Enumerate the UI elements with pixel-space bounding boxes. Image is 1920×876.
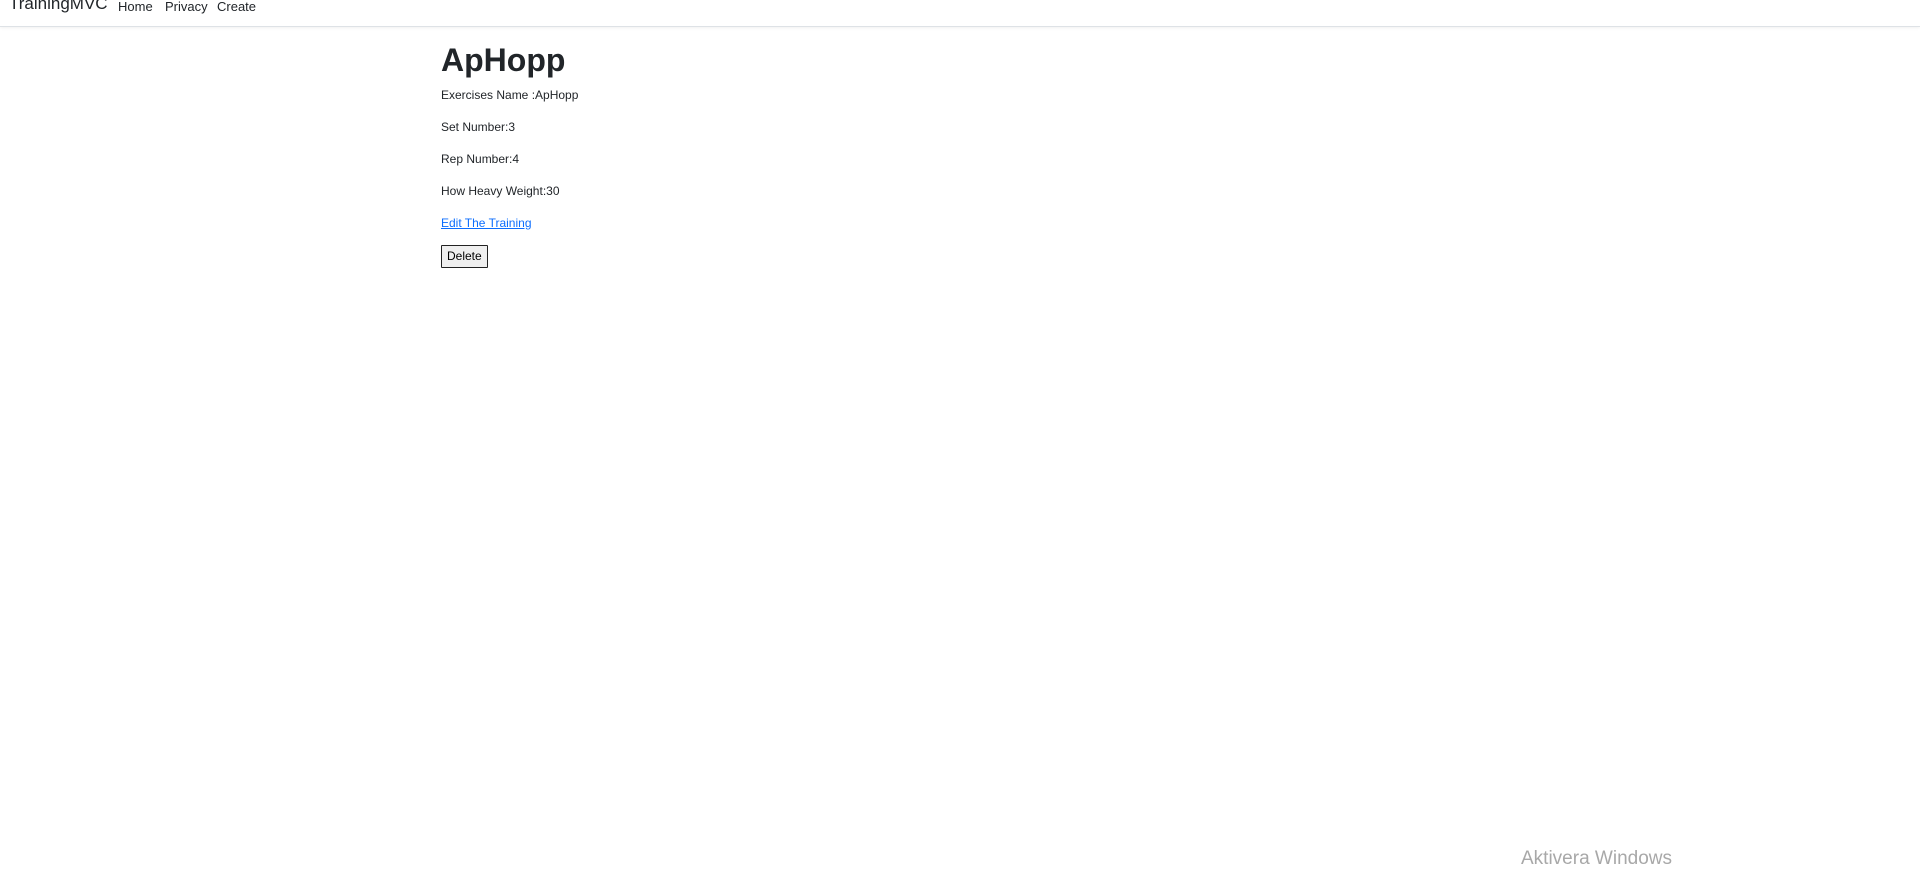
rep-number-field: Rep Number:4 xyxy=(441,152,520,166)
main-content: ApHopp xyxy=(441,40,565,80)
top-navbar: TrainingMVC Home Privacy Create xyxy=(0,0,1920,27)
set-number-field: Set Number:3 xyxy=(441,120,516,134)
delete-button[interactable]: Delete xyxy=(441,245,488,268)
nav-link-create[interactable]: Create xyxy=(217,0,256,14)
exercise-name-field: Exercises Name :ApHopp xyxy=(441,88,579,102)
page-title: ApHopp xyxy=(441,42,566,78)
weight-field: How Heavy Weight:30 xyxy=(441,184,560,198)
nav-link-privacy[interactable]: Privacy xyxy=(165,0,208,14)
windows-activation-watermark: Aktivera Windows xyxy=(1521,848,1672,869)
edit-training-link[interactable]: Edit The Training xyxy=(441,216,532,230)
nav-link-home[interactable]: Home xyxy=(118,0,153,14)
brand-link[interactable]: TrainingMVC xyxy=(9,0,108,14)
